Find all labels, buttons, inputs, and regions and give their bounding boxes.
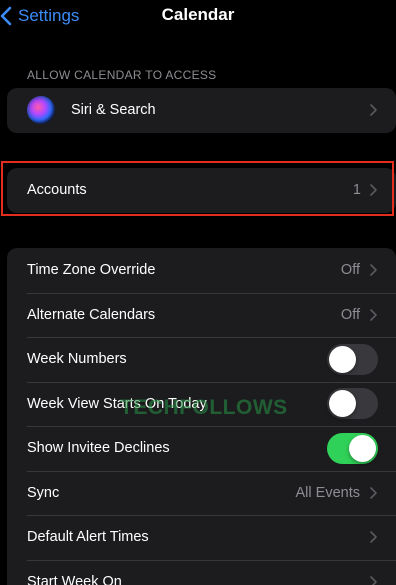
- row-week-view-starts-on-today: Week View Starts On Today: [7, 381, 396, 427]
- row-time-zone-override[interactable]: Time Zone Override Off: [7, 248, 396, 293]
- row-label: Time Zone Override: [27, 262, 156, 279]
- row-label: Week Numbers: [27, 351, 127, 368]
- chevron-right-icon: [370, 104, 377, 117]
- accounts-group: Accounts 1: [7, 168, 396, 213]
- navigation-bar: Settings Calendar: [0, 0, 396, 34]
- toggle-knob: [329, 345, 356, 373]
- row-alternate-calendars[interactable]: Alternate Calendars Off: [7, 292, 396, 338]
- row-value: Off: [340, 262, 360, 279]
- chevron-right-icon: [370, 264, 377, 277]
- chevron-right-icon: [370, 308, 377, 321]
- row-week-numbers: Week Numbers: [7, 337, 396, 382]
- week-numbers-toggle[interactable]: [327, 343, 378, 375]
- row-label: Sync: [27, 484, 60, 501]
- chevron-right-icon: [370, 486, 377, 499]
- row-label: Start Week On: [27, 573, 122, 585]
- chevron-right-icon: [370, 575, 377, 585]
- row-start-week-on[interactable]: Start Week On: [7, 559, 396, 585]
- calendar-settings-screen: Settings Calendar ALLOW CALENDAR TO ACCE…: [0, 0, 396, 585]
- row-accounts[interactable]: Accounts 1: [7, 168, 396, 213]
- settings-group: Time Zone Override Off Alternate Calenda…: [7, 248, 396, 585]
- row-label: Default Alert Times: [27, 529, 149, 546]
- row-sync[interactable]: Sync All Events: [7, 470, 396, 516]
- toggle-knob: [329, 390, 356, 418]
- row-value: Off: [340, 306, 360, 323]
- chevron-right-icon: [370, 531, 377, 544]
- section-header-access: ALLOW CALENDAR TO ACCESS: [27, 68, 217, 82]
- row-label: Siri & Search: [71, 102, 156, 119]
- show-invitee-declines-toggle[interactable]: [327, 432, 378, 464]
- row-label: Alternate Calendars: [27, 306, 156, 323]
- siri-icon: [27, 96, 55, 125]
- chevron-right-icon: [370, 184, 377, 197]
- row-label: Accounts: [27, 182, 87, 199]
- accounts-count: 1: [352, 182, 361, 199]
- row-value: All Events: [295, 484, 360, 501]
- page-title: Calendar: [161, 5, 235, 24]
- row-siri-search[interactable]: Siri & Search: [7, 88, 396, 133]
- week-view-starts-today-toggle[interactable]: [327, 388, 378, 420]
- row-label: Week View Starts On Today: [27, 395, 207, 412]
- row-label: Show Invitee Declines: [27, 440, 170, 457]
- access-group: Siri & Search: [7, 88, 396, 133]
- row-default-alert-times[interactable]: Default Alert Times: [7, 515, 396, 560]
- toggle-knob: [349, 434, 376, 462]
- row-show-invitee-declines: Show Invitee Declines: [7, 426, 396, 471]
